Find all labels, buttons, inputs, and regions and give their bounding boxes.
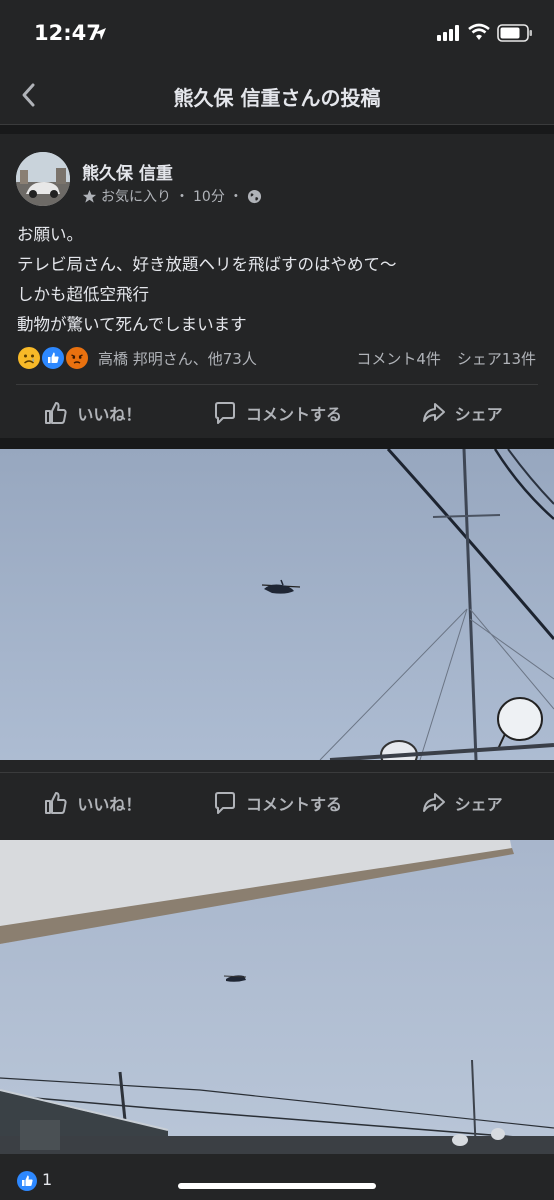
star-icon bbox=[82, 189, 97, 203]
meta-separator: ・ bbox=[175, 189, 189, 205]
post-line: しかも超低空飛行 bbox=[17, 285, 149, 304]
location-arrow-icon bbox=[94, 28, 106, 40]
globe-icon bbox=[247, 189, 261, 203]
post-card: 熊久保 信重 お気に入り ・ 10分 ・ お願い。 テレビ局さん、好き放題ヘリを… bbox=[0, 134, 554, 438]
thumbs-up-icon bbox=[45, 792, 67, 814]
status-time: 12:47 bbox=[34, 21, 101, 45]
share-count[interactable]: シェア13件 bbox=[457, 348, 536, 369]
thumbs-up-icon bbox=[45, 402, 67, 424]
post-line: お願い。 bbox=[17, 225, 83, 244]
like-reaction-icon bbox=[40, 345, 66, 371]
post-photo[interactable] bbox=[0, 840, 554, 1154]
share-arrow-icon bbox=[422, 403, 445, 422]
comment-count[interactable]: コメント4件 bbox=[356, 348, 441, 369]
photo-helicopter-roof bbox=[0, 840, 554, 1154]
like-label: いいね！ bbox=[77, 795, 142, 814]
photo-action-area: いいね！ コメントする シェア bbox=[0, 760, 554, 840]
photo-like-count[interactable]: 1 bbox=[42, 1170, 52, 1189]
nav-bar: 熊久保 信重さんの投稿 bbox=[0, 66, 554, 125]
like-label: いいね！ bbox=[77, 405, 142, 424]
comment-label: コメントする bbox=[246, 795, 343, 814]
post-meta: お気に入り ・ 10分 ・ bbox=[82, 186, 262, 206]
post-time[interactable]: 10分 bbox=[193, 186, 225, 206]
avatar-photo bbox=[16, 152, 70, 206]
favorites-label: お気に入り bbox=[101, 189, 171, 205]
post-body: お願い。 テレビ局さん、好き放題ヘリを飛ばすのはやめて〜 しかも超低空飛行 動物… bbox=[17, 220, 397, 340]
comment-bubble-icon bbox=[215, 402, 235, 424]
photo-comment-button[interactable]: コメントする bbox=[185, 790, 370, 816]
signal-icon bbox=[437, 25, 459, 41]
divider bbox=[0, 772, 554, 773]
post-line: 動物が驚いて死んでしまいます bbox=[17, 315, 247, 334]
wifi-icon bbox=[468, 23, 490, 40]
share-arrow-icon bbox=[422, 793, 445, 812]
photo-share-button[interactable]: シェア bbox=[369, 790, 554, 816]
comment-label: コメントする bbox=[246, 405, 343, 424]
reaction-summary[interactable]: 高橋 邦明さん、他73人 bbox=[16, 345, 257, 371]
like-reaction-icon bbox=[17, 1171, 37, 1191]
post-line: テレビ局さん、好き放題ヘリを飛ばすのはやめて〜 bbox=[17, 255, 397, 274]
author-name[interactable]: 熊久保 信重 bbox=[82, 159, 173, 184]
author-avatar[interactable] bbox=[16, 152, 70, 206]
angry-reaction-icon bbox=[64, 345, 90, 371]
engagement-counts: コメント4件 シェア13件 bbox=[356, 348, 536, 369]
photo-reaction-bar: 1 bbox=[0, 1154, 554, 1200]
comment-bubble-icon bbox=[215, 792, 235, 814]
page-title: 熊久保 信重さんの投稿 bbox=[173, 86, 381, 110]
battery-icon bbox=[497, 24, 532, 42]
photo-like-button[interactable]: いいね！ bbox=[0, 790, 185, 816]
status-bar: 12:47 bbox=[0, 0, 554, 66]
photo-action-bar: いいね！ コメントする シェア bbox=[0, 774, 554, 832]
home-indicator[interactable] bbox=[178, 1183, 376, 1189]
meta-separator: ・ bbox=[228, 189, 243, 205]
post-action-bar: いいね！ コメントする シェア bbox=[0, 384, 554, 442]
photo-helicopter-antenna bbox=[0, 449, 554, 760]
sad-reaction-icon bbox=[16, 345, 42, 371]
share-button[interactable]: シェア bbox=[369, 400, 554, 426]
like-button[interactable]: いいね！ bbox=[0, 400, 185, 426]
share-label: シェア bbox=[454, 405, 503, 424]
comment-button[interactable]: コメントする bbox=[185, 400, 370, 426]
post-photo[interactable] bbox=[0, 449, 554, 760]
reaction-names: 高橋 邦明さん、他73人 bbox=[98, 349, 257, 368]
share-label: シェア bbox=[454, 795, 503, 814]
